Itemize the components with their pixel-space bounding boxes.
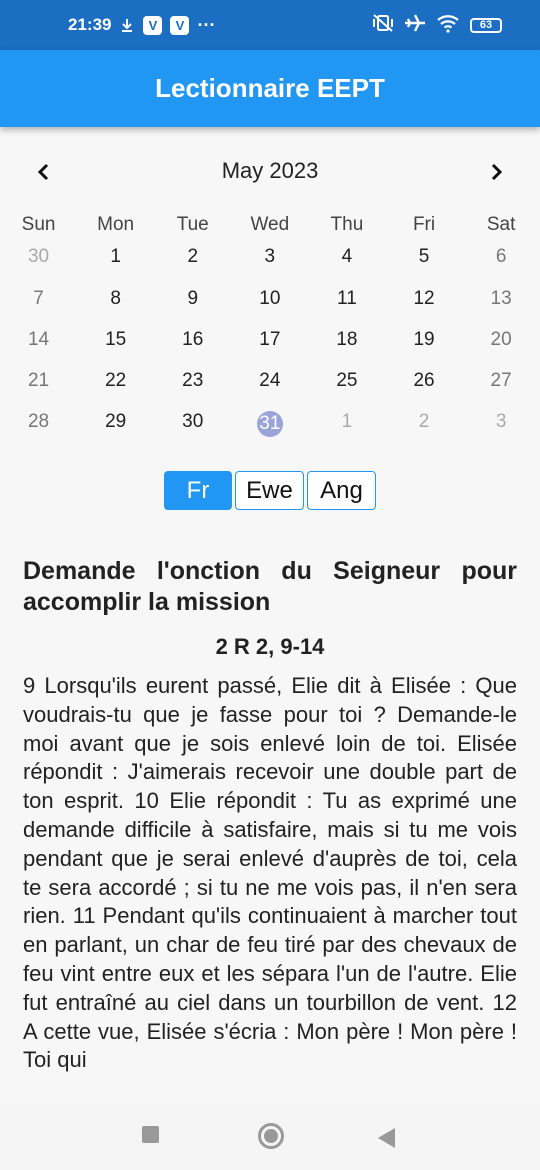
calendar-header: May 2023 xyxy=(0,150,540,194)
month-label: May 2023 xyxy=(221,158,319,183)
reading-text: 9 Lorsqu'ils eurent passé, Elie dit à El… xyxy=(23,673,517,1073)
home-circle-icon[interactable] xyxy=(258,1123,284,1149)
app-bar: Lectionnaire EEPT xyxy=(0,50,540,127)
calendar-day[interactable]: 26 xyxy=(385,370,462,392)
v-app-icon: V xyxy=(143,15,163,35)
status-bar: 21:39 V V ··· 63 xyxy=(0,0,540,50)
battery-icon: 63 xyxy=(470,17,502,33)
more-dots-icon: ··· xyxy=(197,14,216,35)
calendar-day[interactable]: 2 xyxy=(154,246,231,268)
calendar-week: 28 29 30 31 1 2 3 xyxy=(0,411,540,437)
calendar-week: 30 1 2 3 4 5 6 xyxy=(0,246,540,268)
calendar-day[interactable]: 30 xyxy=(154,411,231,437)
calendar-day[interactable]: 12 xyxy=(385,288,462,310)
vibrate-off-icon xyxy=(372,13,394,38)
calendar-week: 14 15 16 17 18 19 20 xyxy=(0,329,540,351)
calendar-day[interactable]: 7 xyxy=(0,288,77,310)
calendar-day[interactable]: 5 xyxy=(385,246,462,268)
calendar-day[interactable]: 23 xyxy=(154,370,231,392)
calendar-week: 7 8 9 10 11 12 13 xyxy=(0,288,540,310)
calendar-day[interactable]: 11 xyxy=(308,288,385,310)
lang-button-ang[interactable]: Ang xyxy=(307,471,376,510)
reading-heading: Demande l'onction du Seigneur pour accom… xyxy=(23,557,517,616)
status-time: 21:39 xyxy=(68,15,112,34)
wifi-icon xyxy=(436,13,460,38)
calendar-day-selected[interactable]: 31 xyxy=(231,411,308,437)
lang-button-fr[interactable]: Fr xyxy=(164,471,232,510)
reading-reference: 2 R 2, 9-14 xyxy=(215,634,325,659)
calendar-day[interactable]: 24 xyxy=(231,370,308,392)
calendar-day[interactable]: 2 xyxy=(385,411,462,437)
system-nav-bar xyxy=(0,1104,540,1170)
calendar-day[interactable]: 13 xyxy=(463,288,540,310)
weekday-label: Mon xyxy=(97,214,135,235)
weekday-label: Fri xyxy=(412,214,436,235)
calendar-day[interactable]: 25 xyxy=(308,370,385,392)
calendar-day[interactable]: 3 xyxy=(463,411,540,437)
weekday-row: Sun Mon Tue Wed Thu Fri Sat xyxy=(0,214,540,236)
calendar-day[interactable]: 1 xyxy=(308,411,385,437)
weekday-label: Sun xyxy=(21,214,56,235)
calendar-day[interactable]: 8 xyxy=(77,288,154,310)
calendar-day[interactable]: 4 xyxy=(308,246,385,268)
weekday-label: Sat xyxy=(486,214,516,235)
calendar-week: 21 22 23 24 25 26 27 xyxy=(0,370,540,392)
weekday-label: Thu xyxy=(330,214,364,235)
back-triangle-icon[interactable] xyxy=(378,1128,395,1148)
calendar-day[interactable]: 10 xyxy=(231,288,308,310)
calendar-day[interactable]: 28 xyxy=(0,411,77,437)
reading-section: Demande l'onction du Seigneur pour accom… xyxy=(23,556,517,1104)
calendar-day[interactable]: 22 xyxy=(77,370,154,392)
calendar-day[interactable]: 19 xyxy=(385,329,462,351)
calendar-day[interactable]: 27 xyxy=(463,370,540,392)
weekday-label: Tue xyxy=(176,214,209,235)
language-toggle: Fr Ewe Ang xyxy=(164,471,376,510)
calendar-day[interactable]: 17 xyxy=(231,329,308,351)
calendar-day[interactable]: 1 xyxy=(77,246,154,268)
calendar-day[interactable]: 3 xyxy=(231,246,308,268)
calendar-day[interactable]: 14 xyxy=(0,329,77,351)
calendar-day[interactable]: 18 xyxy=(308,329,385,351)
app-title: Lectionnaire EEPT xyxy=(155,73,385,103)
calendar-day[interactable]: 6 xyxy=(463,246,540,268)
calendar-day[interactable]: 15 xyxy=(77,329,154,351)
calendar-day[interactable]: 9 xyxy=(154,288,231,310)
calendar-day[interactable]: 21 xyxy=(0,370,77,392)
airplane-icon xyxy=(404,13,426,38)
calendar-day[interactable]: 16 xyxy=(154,329,231,351)
calendar-day[interactable]: 20 xyxy=(463,329,540,351)
calendar-day[interactable]: 30 xyxy=(0,246,77,268)
lang-button-ewe[interactable]: Ewe xyxy=(235,471,304,510)
download-icon xyxy=(119,17,135,33)
weekday-label: Wed xyxy=(250,214,290,235)
chevron-right-icon[interactable] xyxy=(478,154,514,190)
recents-square-icon[interactable] xyxy=(142,1126,159,1143)
v-app-icon: V xyxy=(170,15,190,35)
calendar-day[interactable]: 29 xyxy=(77,411,154,437)
